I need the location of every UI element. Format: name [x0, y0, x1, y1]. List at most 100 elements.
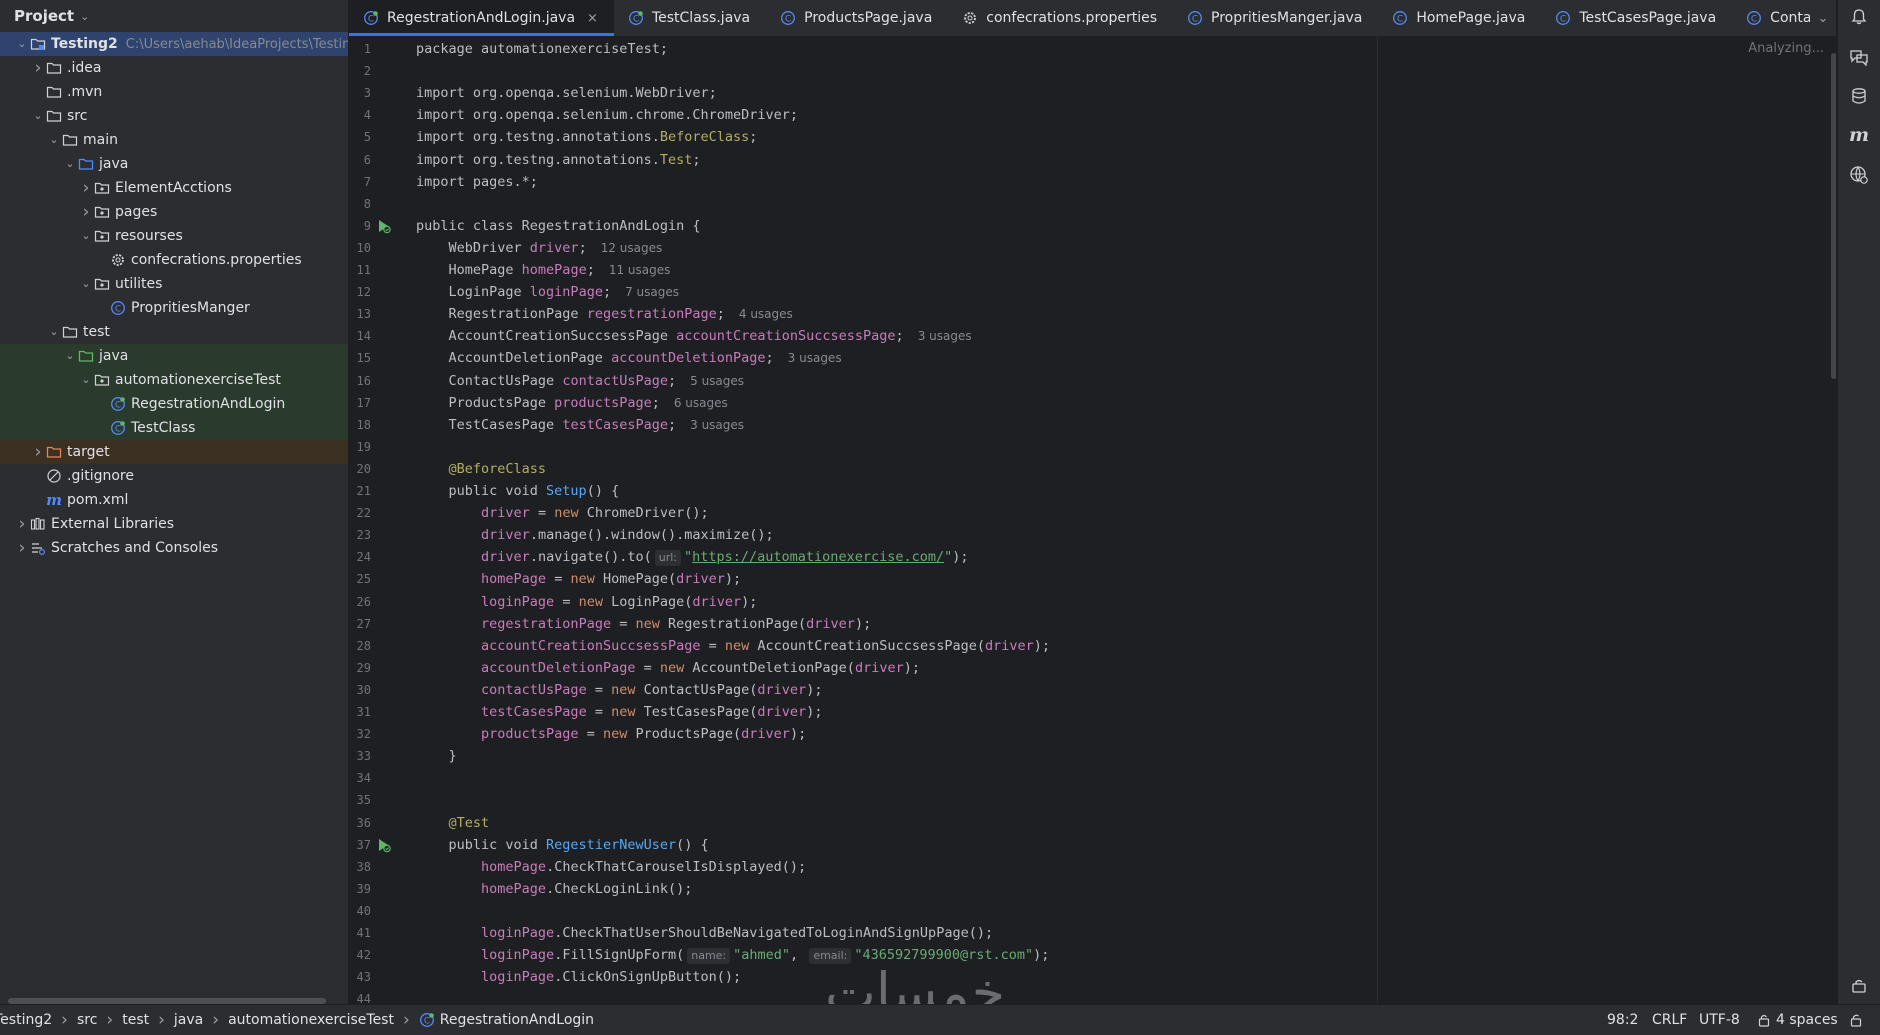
code-line[interactable]: loginPage.ClickOnSignUpButton();: [416, 966, 741, 988]
tree-item[interactable]: ⌄ Testing2 C:\Users\aehab\IdeaProjects\Tes…: [0, 32, 348, 56]
breadcrumb-item[interactable]: Testing2: [0, 1012, 52, 1028]
editor-tab[interactable]: C TestClass.java: [614, 0, 766, 36]
code-line[interactable]: AccountDeletionPage accountDeletionPage;…: [416, 347, 842, 369]
code-line[interactable]: }: [416, 745, 457, 767]
tree-item[interactable]: ⌄ automationexerciseTest: [0, 368, 348, 392]
code-line[interactable]: homePage.CheckLoginLink();: [416, 878, 692, 900]
chevron-down-icon[interactable]: ⌄: [80, 224, 92, 248]
tree-item[interactable]: ⌄ test: [0, 320, 348, 344]
chevron-right-icon[interactable]: ›: [80, 176, 92, 200]
editor-tab[interactable]: C RegestrationAndLogin.java ×: [349, 0, 614, 36]
code-line[interactable]: accountCreationSuccsessPage = new Accoun…: [416, 635, 1050, 657]
tree-item[interactable]: ⌄ utilites: [0, 272, 348, 296]
chevron-down-icon[interactable]: ⌄: [48, 320, 60, 344]
usages-hint[interactable]: 4 usages: [739, 307, 793, 321]
chevron-right-icon[interactable]: ›: [16, 536, 28, 560]
chevron-right-icon[interactable]: ›: [80, 200, 92, 224]
code-line[interactable]: LoginPage loginPage; 7 usages: [416, 281, 680, 303]
tree-item[interactable]: ⌄ java: [0, 152, 348, 176]
ai-assistant-icon[interactable]: [1848, 46, 1870, 68]
editor-vertical-scrollbar[interactable]: [1831, 53, 1836, 379]
tree-item[interactable]: › .idea: [0, 56, 348, 80]
editor-tab[interactable]: C PropritiesManger.java: [1173, 0, 1378, 36]
indent-setting[interactable]: 4 spaces: [1757, 1005, 1838, 1035]
read-only-toggle-icon[interactable]: [1849, 1005, 1863, 1035]
chevron-right-icon[interactable]: ›: [16, 512, 28, 536]
editor-tab[interactable]: confecrations.properties: [948, 0, 1173, 36]
tab-list-dropdown-icon[interactable]: ⌄: [1810, 0, 1836, 36]
run-test-icon[interactable]: [376, 218, 392, 234]
chevron-down-icon[interactable]: ⌄: [80, 272, 92, 296]
code-line[interactable]: loginPage = new LoginPage(driver);: [416, 591, 757, 613]
tree-item[interactable]: confecrations.properties: [0, 248, 348, 272]
code-line[interactable]: import pages.*;: [416, 171, 538, 193]
code-line[interactable]: HomePage homePage; 11 usages: [416, 259, 671, 281]
endpoints-icon[interactable]: [1848, 164, 1870, 186]
tree-item[interactable]: ⌄ src: [0, 104, 348, 128]
breadcrumb-item[interactable]: automationexerciseTest: [228, 1012, 394, 1028]
tree-item[interactable]: › Scratches and Consoles: [0, 536, 348, 560]
editor-tab[interactable]: C ProductsPage.java: [766, 0, 948, 36]
code-line[interactable]: homePage = new HomePage(driver);: [416, 568, 741, 590]
tree-item[interactable]: ⌄ main: [0, 128, 348, 152]
code-line[interactable]: regestrationPage = new RegestrationPage(…: [416, 613, 871, 635]
code-line[interactable]: RegestrationPage regestrationPage; 4 usag…: [416, 303, 793, 325]
tree-item[interactable]: › ElementAcctions: [0, 176, 348, 200]
breadcrumb-item[interactable]: test: [122, 1012, 149, 1028]
usages-hint[interactable]: 11 usages: [609, 263, 671, 277]
code-line[interactable]: @BeforeClass: [416, 458, 547, 480]
code-line[interactable]: import org.testng.annotations.BeforeClas…: [416, 126, 757, 148]
tree-item[interactable]: m pom.xml: [0, 488, 348, 512]
code-line[interactable]: ProductsPage productsPage; 6 usages: [416, 392, 728, 414]
code-line[interactable]: public void Setup() {: [416, 480, 620, 502]
tree-item[interactable]: › pages: [0, 200, 348, 224]
chevron-down-icon[interactable]: ⌄: [80, 368, 92, 392]
close-icon[interactable]: ×: [587, 11, 598, 26]
tree-item[interactable]: › target: [0, 440, 348, 464]
editor-tab[interactable]: C HomePage.java: [1378, 0, 1541, 36]
tree-item[interactable]: ⌄ resourses: [0, 224, 348, 248]
line-ending[interactable]: CRLF: [1652, 1005, 1687, 1035]
tree-item[interactable]: C TestClass: [0, 416, 348, 440]
file-encoding[interactable]: UTF-8: [1699, 1005, 1740, 1035]
chevron-down-icon[interactable]: ⌄: [64, 344, 76, 368]
tree-item[interactable]: ⌄ java: [0, 344, 348, 368]
chevron-down-icon[interactable]: ⌄: [48, 128, 60, 152]
code-line[interactable]: contactUsPage = new ContactUsPage(driver…: [416, 679, 822, 701]
editor-tab[interactable]: C TestCasesPage.java: [1541, 0, 1732, 36]
code-line[interactable]: public class RegestrationAndLogin {: [416, 215, 700, 237]
breadcrumb-item[interactable]: java: [174, 1012, 203, 1028]
code-line[interactable]: accountDeletionPage = new AccountDeletio…: [416, 657, 920, 679]
code-line[interactable]: driver = new ChromeDriver();: [416, 502, 709, 524]
code-line[interactable]: TestCasesPage testCasesPage; 3 usages: [416, 414, 745, 436]
usages-hint[interactable]: 3 usages: [918, 329, 972, 343]
usages-hint[interactable]: 6 usages: [674, 396, 728, 410]
usages-hint[interactable]: 3 usages: [690, 418, 744, 432]
caret-position[interactable]: 98:2: [1607, 1005, 1638, 1035]
code-line[interactable]: homePage.CheckThatCarouselIsDisplayed();: [416, 856, 806, 878]
run-test-icon[interactable]: [376, 837, 392, 853]
code-line[interactable]: driver.navigate().to(url: "https://automa…: [416, 546, 969, 568]
usages-hint[interactable]: 3 usages: [788, 351, 842, 365]
code-line[interactable]: public void RegestierNewUser() {: [416, 834, 709, 856]
usages-hint[interactable]: 12 usages: [601, 241, 663, 255]
code-line[interactable]: import org.testng.annotations.Test;: [416, 149, 701, 171]
maven-tool-icon[interactable]: m: [1848, 124, 1870, 146]
code-line[interactable]: testCasesPage = new TestCasesPage(driver…: [416, 701, 822, 723]
code-editor[interactable]: 1 2 3 4 5 6 7 8 9 10 11 12 13 14 15 16 17 18 19 20 21 22 23 24 2…: [349, 37, 1836, 1004]
chevron-down-icon[interactable]: ⌄: [16, 32, 28, 56]
chevron-down-icon[interactable]: ⌄: [64, 152, 76, 176]
breadcrumb-item[interactable]: RegestrationAndLogin: [440, 1012, 594, 1028]
code-line[interactable]: import org.openqa.selenium.chrome.Chrome…: [416, 104, 798, 126]
code-line[interactable]: driver.manage().window().maximize();: [416, 524, 774, 546]
chevron-right-icon[interactable]: ›: [32, 440, 44, 464]
layout-toggle-icon[interactable]: [1848, 975, 1870, 997]
code-line[interactable]: package automationexerciseTest;: [416, 38, 668, 60]
code-line[interactable]: import org.openqa.selenium.WebDriver;: [416, 82, 717, 104]
chevron-right-icon[interactable]: ›: [32, 56, 44, 80]
tree-item[interactable]: C PropritiesManger: [0, 296, 348, 320]
breadcrumb-item[interactable]: src: [77, 1012, 97, 1028]
tree-item[interactable]: C RegestrationAndLogin: [0, 392, 348, 416]
tree-item[interactable]: › External Libraries: [0, 512, 348, 536]
code-line[interactable]: WebDriver driver; 12 usages: [416, 237, 663, 259]
